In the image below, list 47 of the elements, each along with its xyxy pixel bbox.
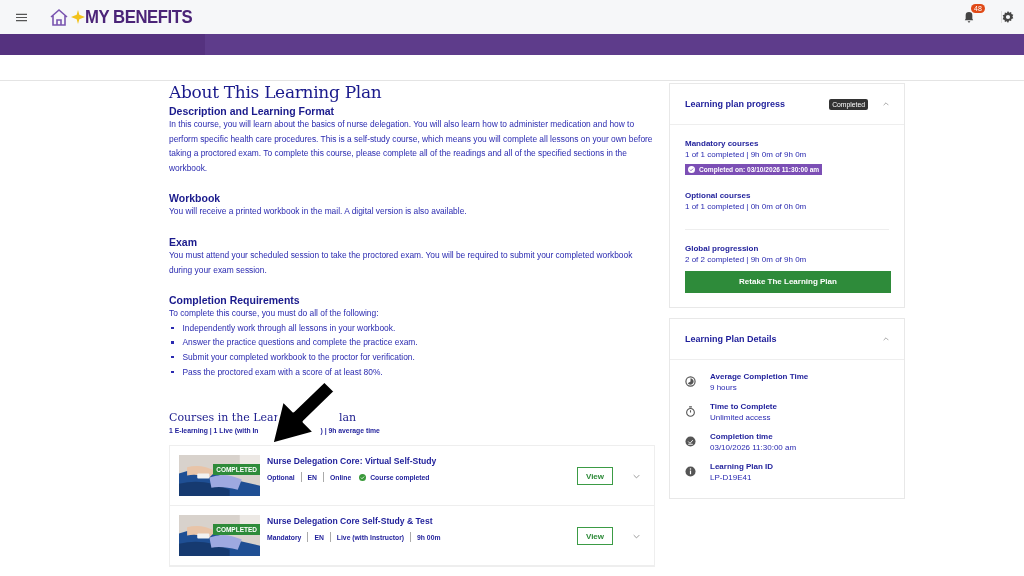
info-icon bbox=[685, 466, 696, 477]
detail-label: Learning Plan ID bbox=[710, 461, 774, 471]
courses-title: lan bbox=[338, 411, 357, 425]
page-title: About This Learning Plan bbox=[169, 82, 383, 102]
list-item: Independently work through all lessons in your workbook. bbox=[182, 321, 396, 335]
check-circle-icon bbox=[359, 473, 367, 481]
check-circle-icon bbox=[685, 436, 696, 447]
view-button[interactable]: View bbox=[577, 467, 613, 486]
stopwatch-icon bbox=[685, 406, 696, 417]
section-heading: Description and Learning Format bbox=[169, 105, 336, 117]
list-item: Pass the proctored exam with a score of at least 80%. bbox=[182, 365, 383, 379]
menu-icon[interactable] bbox=[16, 12, 27, 22]
settings-icon[interactable] bbox=[1001, 11, 1014, 23]
group-label: Global progression bbox=[685, 244, 760, 253]
section-text: You must attend your scheduled session to take the proctored exam. You will be required to submit your completed workbook during your exam session. bbox=[169, 248, 634, 277]
section-text: In this course, you will learn about the basics of nurse delegation. You will also learn how to administer medication and how to perform specific health care procedures. This is a self-study course, which means you will complete all lessons on your own before taking a proctored exam. To complete this course, please complete all of the readings and all of the specified sections in the workbook. bbox=[169, 118, 654, 175]
group-label: Mandatory courses bbox=[685, 139, 760, 148]
logo-text[interactable]: MY BENEFITS bbox=[85, 6, 193, 28]
section-text: You will receive a printed workbook in the mail. A digital version is also available. bbox=[169, 205, 468, 219]
course-title-link[interactable]: Nurse Delegation Core: Virtual Self-Study bbox=[267, 456, 577, 467]
group-value: 2 of 2 completed | 9h 0m of 9h 0m bbox=[685, 255, 808, 264]
retake-button[interactable]: Retake The Learning Plan bbox=[685, 270, 891, 293]
view-button[interactable]: View bbox=[577, 527, 613, 546]
section-text: To complete this course, you must do all of the following: bbox=[169, 307, 380, 321]
detail-label: Time to Complete bbox=[710, 401, 777, 411]
bell-icon[interactable] bbox=[964, 11, 974, 23]
detail-value: 03/10/2026 11:30:00 am bbox=[710, 442, 797, 452]
detail-value: LP-D19E41 bbox=[710, 472, 753, 482]
course-title-link[interactable]: Nurse Delegation Core Self-Study & Test bbox=[267, 516, 577, 527]
pie-clock-icon bbox=[685, 376, 696, 387]
detail-value: Unlimited access bbox=[710, 412, 772, 422]
group-value: 1 of 1 completed | 0h 0m of 0h 0m bbox=[685, 202, 808, 211]
list-item: Submit your completed workbook to the proctor for verification. bbox=[182, 350, 415, 364]
courses-title: Courses in the Lear bbox=[169, 411, 279, 425]
sun-icon bbox=[71, 10, 85, 24]
section-heading: Workbook bbox=[169, 192, 222, 205]
section-heading: Exam bbox=[169, 235, 199, 248]
card-title: Learning plan progress bbox=[685, 99, 787, 109]
group-value: 1 of 1 completed | 9h 0m of 9h 0m bbox=[685, 150, 808, 159]
section-heading: Completion Requirements bbox=[169, 294, 301, 307]
detail-label: Completion time bbox=[710, 431, 774, 441]
home-icon[interactable] bbox=[49, 8, 69, 26]
group-label: Optional courses bbox=[685, 191, 752, 200]
list-item: Answer the practice questions and complete the practice exam. bbox=[182, 336, 418, 350]
detail-value: 9 hours bbox=[710, 382, 738, 392]
card-title: Learning Plan Details bbox=[685, 333, 778, 344]
detail-label: Average Completion Time bbox=[710, 371, 809, 381]
